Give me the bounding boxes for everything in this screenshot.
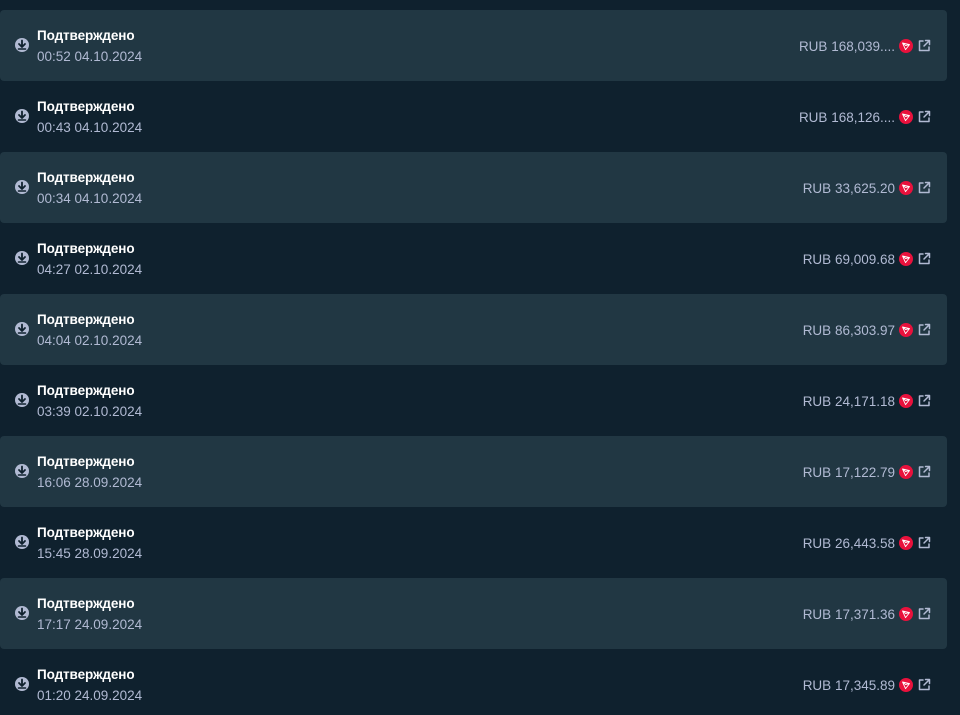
tron-coin-icon <box>899 181 913 195</box>
transaction-row[interactable]: Подтверждено 17:17 24.09.2024 RUB 17,371… <box>0 578 947 649</box>
transaction-amount: RUB 86,303.97 <box>802 322 895 338</box>
transaction-status: Подтверждено <box>37 99 135 114</box>
transaction-amount: RUB 168,039.... <box>798 38 895 54</box>
download-circle-icon <box>15 535 29 549</box>
external-link-icon[interactable] <box>917 394 931 408</box>
transaction-status: Подтверждено <box>37 596 135 611</box>
external-link-icon[interactable] <box>917 678 931 692</box>
tron-coin-icon <box>899 323 913 337</box>
external-link-icon[interactable] <box>917 536 931 550</box>
external-link-icon[interactable] <box>917 110 931 124</box>
download-circle-icon <box>15 180 29 194</box>
tron-coin-icon <box>899 394 913 408</box>
transaction-row[interactable]: Подтверждено 00:52 04.10.2024 RUB 168,03… <box>0 10 947 81</box>
transaction-status: Подтверждено <box>37 312 135 327</box>
download-circle-icon <box>15 606 29 620</box>
download-circle-icon <box>15 38 29 52</box>
transaction-amount: RUB 26,443.58 <box>802 535 895 551</box>
external-link-icon[interactable] <box>917 39 931 53</box>
transaction-time: 15:45 28.09.2024 <box>37 546 143 561</box>
transaction-status: Подтверждено <box>37 667 135 682</box>
download-circle-icon <box>15 393 29 407</box>
transaction-amount: RUB 24,171.18 <box>802 393 895 409</box>
transaction-status: Подтверждено <box>37 454 135 469</box>
transaction-row[interactable]: Подтверждено 00:43 04.10.2024 RUB 168,12… <box>0 81 947 152</box>
transaction-time: 00:43 04.10.2024 <box>37 120 143 135</box>
tron-coin-icon <box>899 39 913 53</box>
external-link-icon[interactable] <box>917 252 931 266</box>
transaction-list: Подтверждено 00:52 04.10.2024 RUB 168,03… <box>0 0 960 715</box>
external-link-icon[interactable] <box>917 607 931 621</box>
transaction-time: 17:17 24.09.2024 <box>37 617 143 632</box>
transaction-amount: RUB 69,009.68 <box>802 251 895 267</box>
external-link-icon[interactable] <box>917 465 931 479</box>
transaction-status: Подтверждено <box>37 241 135 256</box>
transaction-status: Подтверждено <box>37 525 135 540</box>
download-circle-icon <box>15 109 29 123</box>
download-circle-icon <box>15 322 29 336</box>
transaction-time: 03:39 02.10.2024 <box>37 404 143 419</box>
transaction-time: 01:20 24.09.2024 <box>37 688 143 703</box>
transaction-amount: RUB 168,126.... <box>798 109 895 125</box>
tron-coin-icon <box>899 678 913 692</box>
transaction-amount: RUB 17,371.36 <box>802 606 895 622</box>
transaction-row[interactable]: Подтверждено 03:39 02.10.2024 RUB 24,171… <box>0 365 947 436</box>
external-link-icon[interactable] <box>917 181 931 195</box>
transaction-time: 00:52 04.10.2024 <box>37 49 143 64</box>
tron-coin-icon <box>899 465 913 479</box>
download-circle-icon <box>15 251 29 265</box>
tron-coin-icon <box>899 252 913 266</box>
transaction-amount: RUB 17,122.79 <box>802 464 895 480</box>
transaction-time: 04:04 02.10.2024 <box>37 333 143 348</box>
transaction-amount: RUB 17,345.89 <box>802 677 895 693</box>
transaction-time: 04:27 02.10.2024 <box>37 262 143 277</box>
transaction-amount: RUB 33,625.20 <box>802 180 895 196</box>
transaction-row[interactable]: Подтверждено 00:34 04.10.2024 RUB 33,625… <box>0 152 947 223</box>
transaction-row[interactable]: Подтверждено 04:04 02.10.2024 RUB 86,303… <box>0 294 947 365</box>
transaction-status: Подтверждено <box>37 383 135 398</box>
transaction-row[interactable]: Подтверждено 01:20 24.09.2024 RUB 17,345… <box>0 649 947 715</box>
transaction-row[interactable]: Подтверждено 16:06 28.09.2024 RUB 17,122… <box>0 436 947 507</box>
transaction-time: 00:34 04.10.2024 <box>37 191 143 206</box>
download-circle-icon <box>15 464 29 478</box>
tron-coin-icon <box>899 536 913 550</box>
tron-coin-icon <box>899 607 913 621</box>
external-link-icon[interactable] <box>917 323 931 337</box>
transaction-time: 16:06 28.09.2024 <box>37 475 143 490</box>
transaction-row[interactable]: Подтверждено 04:27 02.10.2024 RUB 69,009… <box>0 223 947 294</box>
transaction-status: Подтверждено <box>37 28 135 43</box>
tron-coin-icon <box>899 110 913 124</box>
transaction-row[interactable]: Подтверждено 15:45 28.09.2024 RUB 26,443… <box>0 507 947 578</box>
download-circle-icon <box>15 677 29 691</box>
transaction-status: Подтверждено <box>37 170 135 185</box>
